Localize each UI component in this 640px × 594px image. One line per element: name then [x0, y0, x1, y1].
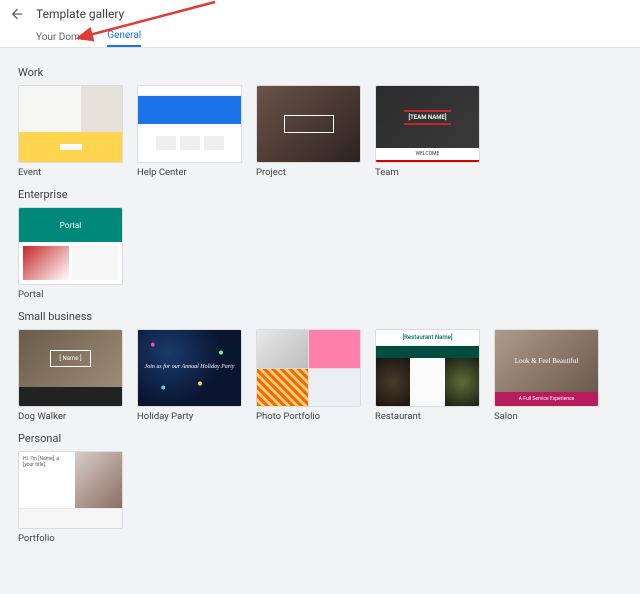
thumb-dog-walker: [ Name ] [18, 329, 123, 407]
card-label: Team [375, 167, 480, 178]
template-card-help-center[interactable]: Help Center [137, 85, 242, 178]
section-title-small-business: Small business [18, 310, 622, 323]
tab-general[interactable]: General [107, 30, 141, 47]
thumb-team: [TEAM NAME] WELCOME [375, 85, 480, 163]
thumb-restaurant: [Restaurant Name] [375, 329, 480, 407]
template-card-project[interactable]: Project [256, 85, 361, 178]
thumb-portal: Portal [18, 207, 123, 285]
cards-small-business: [ Name ] Dog Walker Join us for our Annu… [18, 329, 622, 422]
thumb-photo-portfolio [256, 329, 361, 407]
card-label: Salon [494, 411, 599, 422]
template-card-holiday-party[interactable]: Join us for our Annual Holiday Party Hol… [137, 329, 242, 422]
content-area: Work Event Help Center Project [TEAM NAM… [0, 48, 640, 594]
card-label: Help Center [137, 167, 242, 178]
thumb-project [256, 85, 361, 163]
card-label: Event [18, 167, 123, 178]
section-title-enterprise: Enterprise [18, 188, 622, 201]
template-card-restaurant[interactable]: [Restaurant Name] Restaurant [375, 329, 480, 422]
card-label: Portfolio [18, 533, 123, 544]
template-card-dog-walker[interactable]: [ Name ] Dog Walker [18, 329, 123, 422]
thumb-salon: Look & Feel Beautiful A Full Service Exp… [494, 329, 599, 407]
template-card-event[interactable]: Event [18, 85, 123, 178]
cards-enterprise: Portal Portal [18, 207, 622, 300]
thumb-holiday-party: Join us for our Annual Holiday Party [137, 329, 242, 407]
section-title-personal: Personal [18, 432, 622, 445]
card-label: Restaurant [375, 411, 480, 422]
tab-your-domain[interactable]: Your Domain [36, 32, 93, 47]
page-title: Template gallery [36, 7, 124, 21]
card-label: Portal [18, 289, 123, 300]
header: Template gallery Your Domain General [0, 0, 640, 48]
thumb-help-center [137, 85, 242, 163]
template-card-photo-portfolio[interactable]: Photo Portfolio [256, 329, 361, 422]
cards-work: Event Help Center Project [TEAM NAME] WE… [18, 85, 622, 178]
card-label: Project [256, 167, 361, 178]
cards-personal: Hi. I'm [Name], a [your title]. Portfoli… [18, 451, 622, 544]
tabs: Your Domain General [8, 27, 640, 47]
back-arrow-icon[interactable] [8, 5, 26, 23]
template-card-portfolio[interactable]: Hi. I'm [Name], a [your title]. Portfoli… [18, 451, 123, 544]
thumb-event [18, 85, 123, 163]
section-title-work: Work [18, 66, 622, 79]
card-label: Photo Portfolio [256, 411, 361, 422]
card-label: Holiday Party [137, 411, 242, 422]
card-label: Dog Walker [18, 411, 123, 422]
thumb-portfolio: Hi. I'm [Name], a [your title]. [18, 451, 123, 529]
template-card-team[interactable]: [TEAM NAME] WELCOME Team [375, 85, 480, 178]
template-card-salon[interactable]: Look & Feel Beautiful A Full Service Exp… [494, 329, 599, 422]
template-card-portal[interactable]: Portal Portal [18, 207, 123, 300]
